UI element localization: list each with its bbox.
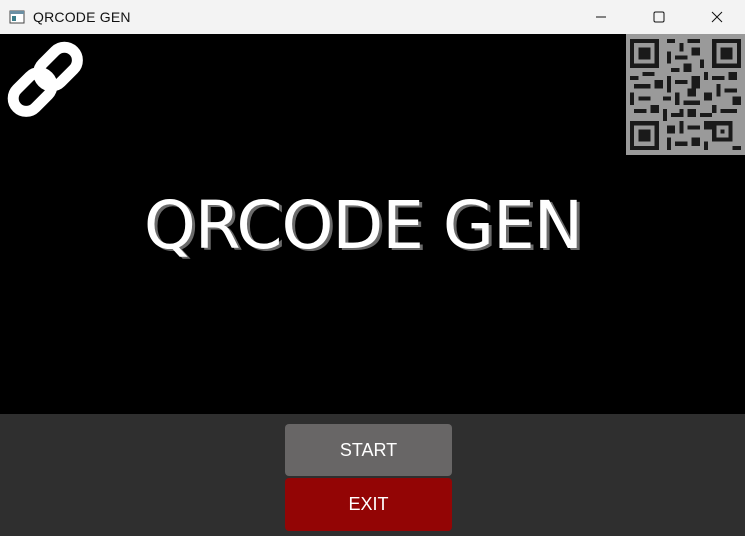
title-bar[interactable]: QRCODE GEN bbox=[0, 0, 745, 34]
footer-bar: START EXIT bbox=[0, 414, 745, 536]
minimize-button[interactable] bbox=[572, 0, 630, 34]
link-icon bbox=[7, 41, 83, 117]
window-title: QRCODE GEN bbox=[33, 9, 131, 25]
minimize-icon bbox=[596, 16, 606, 18]
maximize-button[interactable] bbox=[630, 0, 688, 34]
maximize-icon bbox=[653, 11, 665, 23]
start-button[interactable]: START bbox=[285, 424, 452, 476]
exit-button[interactable]: EXIT bbox=[285, 478, 452, 531]
main-area: QRCODE GEN bbox=[0, 34, 745, 414]
headline-title: QRCODE GEN bbox=[143, 187, 583, 264]
close-button[interactable] bbox=[688, 0, 745, 34]
close-icon bbox=[711, 11, 723, 23]
app-window: QRCODE GEN QRCODE GEN START EXIT bbox=[0, 0, 745, 536]
qr-code-icon bbox=[626, 34, 745, 155]
app-icon bbox=[9, 10, 25, 24]
